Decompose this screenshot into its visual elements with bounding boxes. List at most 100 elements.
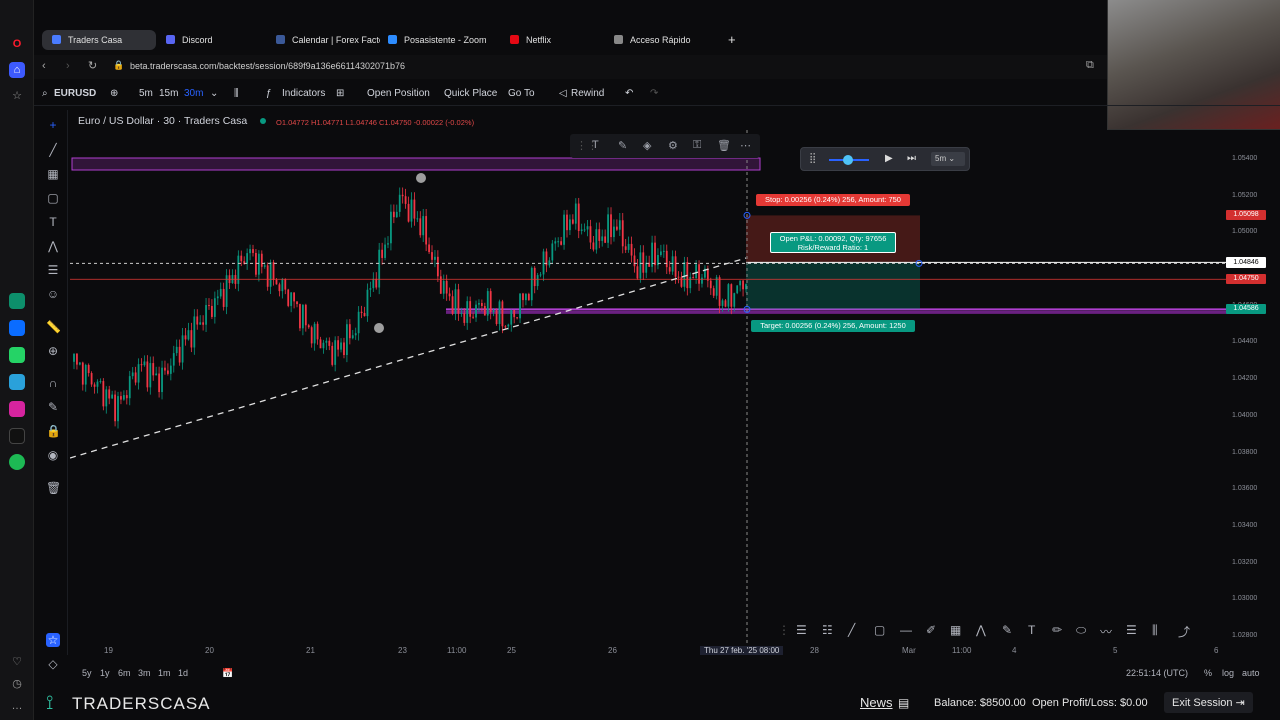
price-chart[interactable]: [70, 110, 1230, 655]
indicators-icon[interactable]: ƒ: [266, 88, 272, 99]
text-icon[interactable]: T: [1028, 623, 1035, 637]
tiktok-icon[interactable]: [9, 428, 25, 444]
reload-icon[interactable]: ↻: [88, 59, 97, 72]
chart-line-icon[interactable]: ⤴: [1178, 623, 1190, 640]
drag-handle-icon[interactable]: ⋮: [778, 623, 790, 637]
replay-speed-select[interactable]: 5m ⌄: [931, 152, 965, 166]
tab-forex-factory[interactable]: Calendar | Forex Factory: [266, 30, 380, 50]
tab-traders-casa[interactable]: Traders Casa: [42, 30, 156, 50]
share-icon[interactable]: ⧉: [1086, 59, 1094, 72]
add-symbol-icon[interactable]: ⊕: [110, 88, 118, 99]
tab-acceso-rapido[interactable]: Acceso Rápido: [604, 30, 718, 50]
whatsapp-icon[interactable]: [9, 347, 25, 363]
lines-icon[interactable]: ☰: [1126, 623, 1137, 637]
grid-icon[interactable]: ▦: [950, 623, 961, 637]
chatgpt-icon[interactable]: [9, 293, 25, 309]
open-position-button[interactable]: Open Position: [367, 88, 430, 99]
brush-icon[interactable]: ✐: [926, 623, 936, 637]
trash-icon[interactable]: 🗑: [717, 139, 731, 152]
back-icon[interactable]: ‹: [42, 60, 46, 72]
short-position-icon[interactable]: ☷: [822, 623, 833, 637]
range-1y[interactable]: 1y: [100, 668, 110, 678]
stop-loss-label[interactable]: Stop: 0.00256 (0.24%) 256, Amount: 750: [756, 194, 910, 206]
chevron-down-icon[interactable]: ⌄: [210, 88, 218, 99]
lock-icon[interactable]: 🔒: [46, 424, 61, 438]
redo-icon[interactable]: ↷: [650, 88, 658, 99]
fib-grid-icon[interactable]: ▦: [46, 167, 60, 181]
rewind-button[interactable]: Rewind: [571, 88, 604, 99]
crosshair-icon[interactable]: +: [46, 118, 60, 132]
pen-icon[interactable]: ✎: [1002, 623, 1012, 637]
price-axis[interactable]: 1.054001.052001.050001.046001.044001.042…: [1222, 110, 1280, 655]
forward-icon[interactable]: ›: [66, 60, 70, 72]
zoom-in-icon[interactable]: ⊕: [46, 344, 60, 358]
candles-icon[interactable]: ⫼: [1152, 623, 1158, 638]
spotify-icon[interactable]: [9, 454, 25, 470]
range-3m[interactable]: 3m: [138, 668, 151, 678]
lock-icon[interactable]: ⚿: [693, 139, 701, 152]
tab-netflix[interactable]: Netflix: [500, 30, 614, 50]
settings-icon[interactable]: ⚙: [668, 139, 678, 152]
home-icon[interactable]: ⌂: [9, 62, 25, 78]
emoji-icon[interactable]: ☺: [46, 287, 60, 301]
position-icon[interactable]: ☰: [46, 263, 60, 277]
step-forward-icon[interactable]: ⏭: [907, 153, 916, 164]
trash-icon[interactable]: 🗑: [46, 481, 61, 495]
star-icon[interactable]: ☆: [46, 633, 60, 647]
tf-15m[interactable]: 15m: [159, 88, 178, 99]
fill-icon[interactable]: ◈: [643, 139, 651, 152]
more-icon[interactable]: …: [9, 698, 25, 714]
pattern-icon[interactable]: ⋀: [976, 623, 986, 637]
telegram-icon[interactable]: [9, 374, 25, 390]
trendline-icon[interactable]: ╱: [46, 143, 60, 157]
slider-thumb[interactable]: [843, 155, 853, 165]
url-field[interactable]: beta.traderscasa.com/backtest/session/68…: [130, 61, 405, 71]
tab-zoom[interactable]: Posasistente - Zoom: [378, 30, 492, 50]
trendline-icon[interactable]: ╱: [848, 623, 855, 637]
candles-icon[interactable]: ⫼: [234, 88, 239, 99]
play-icon[interactable]: ▶: [885, 153, 893, 164]
layout-icon[interactable]: ⊞: [336, 88, 344, 99]
ellipse-icon[interactable]: ⬭: [1076, 623, 1086, 638]
take-profit-label[interactable]: Target: 0.00256 (0.24%) 256, Amount: 125…: [751, 320, 915, 332]
undo-icon[interactable]: ↶: [625, 88, 633, 99]
paint-icon[interactable]: ✎: [618, 139, 627, 152]
range-1m[interactable]: 1m: [158, 668, 171, 678]
drag-handle-icon[interactable]: ⣿: [809, 153, 816, 164]
instagram-icon[interactable]: [9, 401, 25, 417]
pnl-label[interactable]: Open P&L: 0.00092, Qty: 97656 Risk/Rewar…: [770, 232, 896, 253]
tab-discord[interactable]: Discord: [156, 30, 270, 50]
opera-logo-icon[interactable]: O: [9, 36, 25, 52]
pattern-icon[interactable]: ⋀: [46, 239, 60, 253]
long-position-icon[interactable]: ☰: [796, 623, 807, 637]
exit-session-button[interactable]: Exit Session ⇥: [1164, 692, 1253, 713]
rectangle-icon[interactable]: ▢: [874, 623, 885, 637]
more-icon[interactable]: ⋯: [740, 139, 751, 152]
highlighter-icon[interactable]: ✏: [1052, 623, 1062, 637]
calendar-icon[interactable]: 📅: [222, 668, 233, 679]
text-icon[interactable]: T: [46, 215, 60, 229]
ruler-icon[interactable]: 📏: [46, 320, 61, 334]
range-6m[interactable]: 6m: [118, 668, 131, 678]
quick-place-button[interactable]: Quick Place: [444, 88, 497, 99]
tf-30m[interactable]: 30m: [184, 88, 203, 99]
layers-icon[interactable]: ◇: [46, 657, 60, 671]
auto-toggle[interactable]: auto: [1242, 668, 1260, 678]
symbol-button[interactable]: EURUSD: [54, 88, 96, 99]
bookmark-icon[interactable]: ☆: [9, 88, 25, 104]
log-toggle[interactable]: log: [1222, 668, 1234, 678]
news-button[interactable]: News: [860, 695, 893, 710]
heart-icon[interactable]: ♡: [9, 654, 25, 670]
go-to-button[interactable]: Go To: [508, 88, 535, 99]
new-tab-button[interactable]: +: [718, 30, 748, 50]
range-1d[interactable]: 1d: [178, 668, 188, 678]
tf-5m[interactable]: 5m: [139, 88, 153, 99]
history-icon[interactable]: ◷: [9, 676, 25, 692]
percent-toggle[interactable]: %: [1204, 668, 1212, 678]
search-icon[interactable]: ⌕: [42, 88, 48, 99]
indicators-button[interactable]: Indicators: [282, 88, 325, 99]
pencil-lock-icon[interactable]: ✎: [46, 400, 60, 414]
rectangle-icon[interactable]: ▢: [46, 191, 60, 205]
news-icon[interactable]: ▤: [898, 696, 909, 710]
magnet-icon[interactable]: ∩: [46, 376, 60, 390]
